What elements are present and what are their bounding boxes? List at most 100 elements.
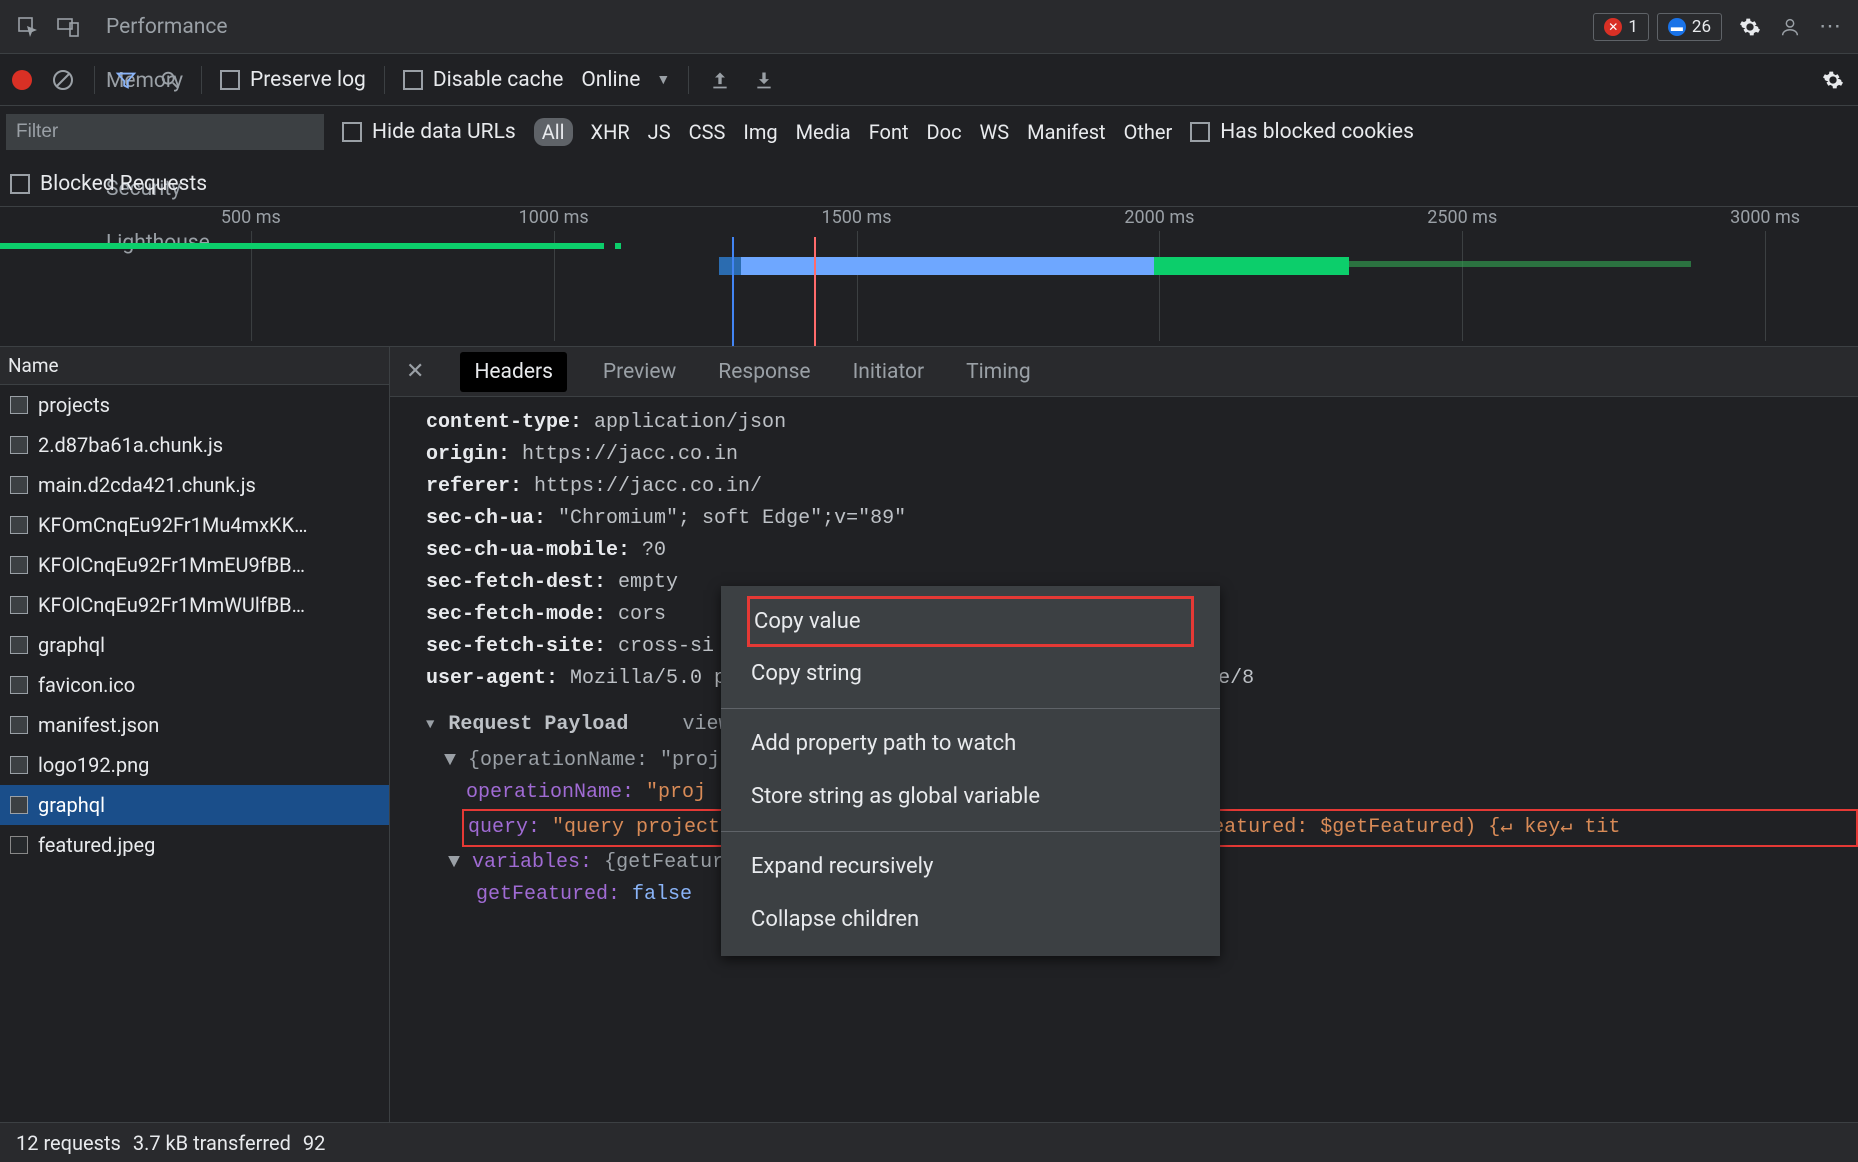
header-value: ?0 (630, 539, 666, 562)
type-filter-doc[interactable]: Doc (927, 120, 962, 144)
close-detail-icon[interactable]: ✕ (400, 359, 430, 384)
type-filter-xhr[interactable]: XHR (591, 120, 630, 144)
search-icon[interactable] (157, 67, 183, 93)
more-icon[interactable]: ⋯ (1810, 7, 1850, 47)
type-filter-js[interactable]: JS (648, 120, 671, 144)
request-row[interactable]: featured.jpeg (0, 825, 389, 865)
filter-bar: Hide data URLs All XHR JS CSS Img Media Font Do… (0, 106, 1858, 207)
request-name: KFOlCnqEu92Fr1MmEU9fBB… (38, 553, 305, 577)
filter-input[interactable] (6, 114, 324, 150)
request-row[interactable]: KFOlCnqEu92Fr1MmWUlfBB… (0, 585, 389, 625)
detail-tab-initiator[interactable]: Initiator (847, 350, 931, 394)
request-row[interactable]: KFOmCnqEu92Fr1Mu4mxKK… (0, 505, 389, 545)
file-icon (10, 636, 28, 654)
header-row[interactable]: content-type: application/json (426, 407, 1858, 439)
request-name: graphql (38, 633, 105, 657)
type-filter-ws[interactable]: WS (980, 120, 1010, 144)
detail-tab-timing[interactable]: Timing (960, 350, 1037, 394)
type-filter-all[interactable]: All (534, 118, 573, 146)
type-filter-font[interactable]: Font (869, 120, 909, 144)
detail-tab-preview[interactable]: Preview (597, 350, 682, 394)
file-icon (10, 596, 28, 614)
header-value: empty (606, 571, 678, 594)
request-row[interactable]: logo192.png (0, 745, 389, 785)
timeline-tick: 3000 ms (1730, 207, 1800, 228)
file-icon (10, 676, 28, 694)
context-menu-item[interactable]: Expand recursively (721, 840, 1220, 893)
timeline-tick: 2000 ms (1124, 207, 1194, 228)
context-menu-item[interactable]: Copy string (721, 647, 1220, 700)
blocked-requests-checkbox[interactable]: Blocked Requests (10, 172, 207, 196)
header-key: user-agent: (426, 667, 558, 690)
download-icon[interactable] (751, 67, 777, 93)
request-row[interactable]: projects (0, 385, 389, 425)
header-key: referer: (426, 475, 522, 498)
file-icon (10, 836, 28, 854)
context-menu-item[interactable]: Store string as global variable (721, 770, 1220, 823)
context-menu-item[interactable]: Add property path to watch (721, 717, 1220, 770)
request-name: 2.d87ba61a.chunk.js (38, 433, 223, 457)
throttle-select[interactable]: Online▼ (581, 68, 670, 92)
error-count: 1 (1628, 17, 1638, 37)
timeline-tick: 1500 ms (822, 207, 892, 228)
record-button[interactable] (12, 70, 32, 90)
header-row[interactable]: referer: https://jacc.co.in/ (426, 471, 1858, 503)
inspect-icon[interactable] (8, 7, 48, 47)
file-icon (10, 476, 28, 494)
request-row[interactable]: graphql (0, 625, 389, 665)
header-value: https://jacc.co.in/ (522, 475, 762, 498)
detail-tabs: ✕ Headers Preview Response Initiator Timing (390, 347, 1858, 397)
header-key: sec-ch-ua: (426, 507, 546, 530)
warning-count-badge[interactable]: ▬26 (1657, 13, 1722, 41)
error-count-badge[interactable]: ✕1 (1593, 13, 1649, 41)
header-row[interactable]: sec-ch-ua: "Chromium"; soft Edge";v="89" (426, 503, 1858, 535)
header-value: "Chromium"; soft Edge";v="89" (546, 507, 906, 530)
upload-icon[interactable] (707, 67, 733, 93)
file-icon (10, 516, 28, 534)
tab-performance[interactable]: Performance (88, 0, 245, 54)
devtools-top-tabs: ElementsConsoleSourcesNetworkPerformance… (0, 0, 1858, 54)
has-blocked-cookies-checkbox[interactable]: Has blocked cookies (1190, 120, 1414, 144)
clear-icon[interactable] (50, 67, 76, 93)
request-row[interactable]: manifest.json (0, 705, 389, 745)
header-key: sec-ch-ua-mobile: (426, 539, 630, 562)
request-name: graphql (38, 793, 105, 817)
account-icon[interactable] (1770, 7, 1810, 47)
detail-tab-headers[interactable]: Headers (460, 352, 566, 392)
request-name: favicon.ico (38, 673, 135, 697)
type-filter-manifest[interactable]: Manifest (1027, 120, 1105, 144)
preserve-log-checkbox[interactable]: Preserve log (220, 68, 366, 92)
filter-icon[interactable] (113, 67, 139, 93)
request-name: logo192.png (38, 753, 149, 777)
request-row[interactable]: graphql (0, 785, 389, 825)
file-icon (10, 556, 28, 574)
request-row[interactable]: favicon.ico (0, 665, 389, 705)
file-icon (10, 396, 28, 414)
header-row[interactable]: sec-ch-ua-mobile: ?0 (426, 535, 1858, 567)
header-value: application/json (582, 411, 786, 434)
type-filter-img[interactable]: Img (743, 120, 777, 144)
list-header-name[interactable]: Name (0, 347, 389, 385)
request-name: main.d2cda421.chunk.js (38, 473, 256, 497)
waterfall-overview[interactable]: 500 ms1000 ms1500 ms2000 ms2500 ms3000 m… (0, 207, 1858, 347)
header-key: sec-fetch-site: (426, 635, 606, 658)
hide-data-urls-checkbox[interactable]: Hide data URLs (342, 120, 516, 144)
context-menu-item[interactable]: Collapse children (721, 893, 1220, 946)
network-toolbar: Preserve log Disable cache Online▼ (0, 54, 1858, 106)
header-value: cross-si (606, 635, 714, 658)
type-filter-media[interactable]: Media (796, 120, 851, 144)
header-row[interactable]: origin: https://jacc.co.in (426, 439, 1858, 471)
type-filter-other[interactable]: Other (1124, 120, 1173, 144)
disable-cache-checkbox[interactable]: Disable cache (403, 68, 564, 92)
device-toggle-icon[interactable] (48, 7, 88, 47)
type-filter-css[interactable]: CSS (689, 120, 726, 144)
request-row[interactable]: main.d2cda421.chunk.js (0, 465, 389, 505)
header-key: sec-fetch-mode: (426, 603, 606, 626)
detail-tab-response[interactable]: Response (712, 350, 816, 394)
context-menu-item[interactable]: Copy value (747, 596, 1194, 647)
request-row[interactable]: KFOlCnqEu92Fr1MmEU9fBB… (0, 545, 389, 585)
timeline-tick: 1000 ms (519, 207, 589, 228)
settings-icon[interactable] (1730, 7, 1770, 47)
network-settings-icon[interactable] (1820, 67, 1846, 93)
request-row[interactable]: 2.d87ba61a.chunk.js (0, 425, 389, 465)
